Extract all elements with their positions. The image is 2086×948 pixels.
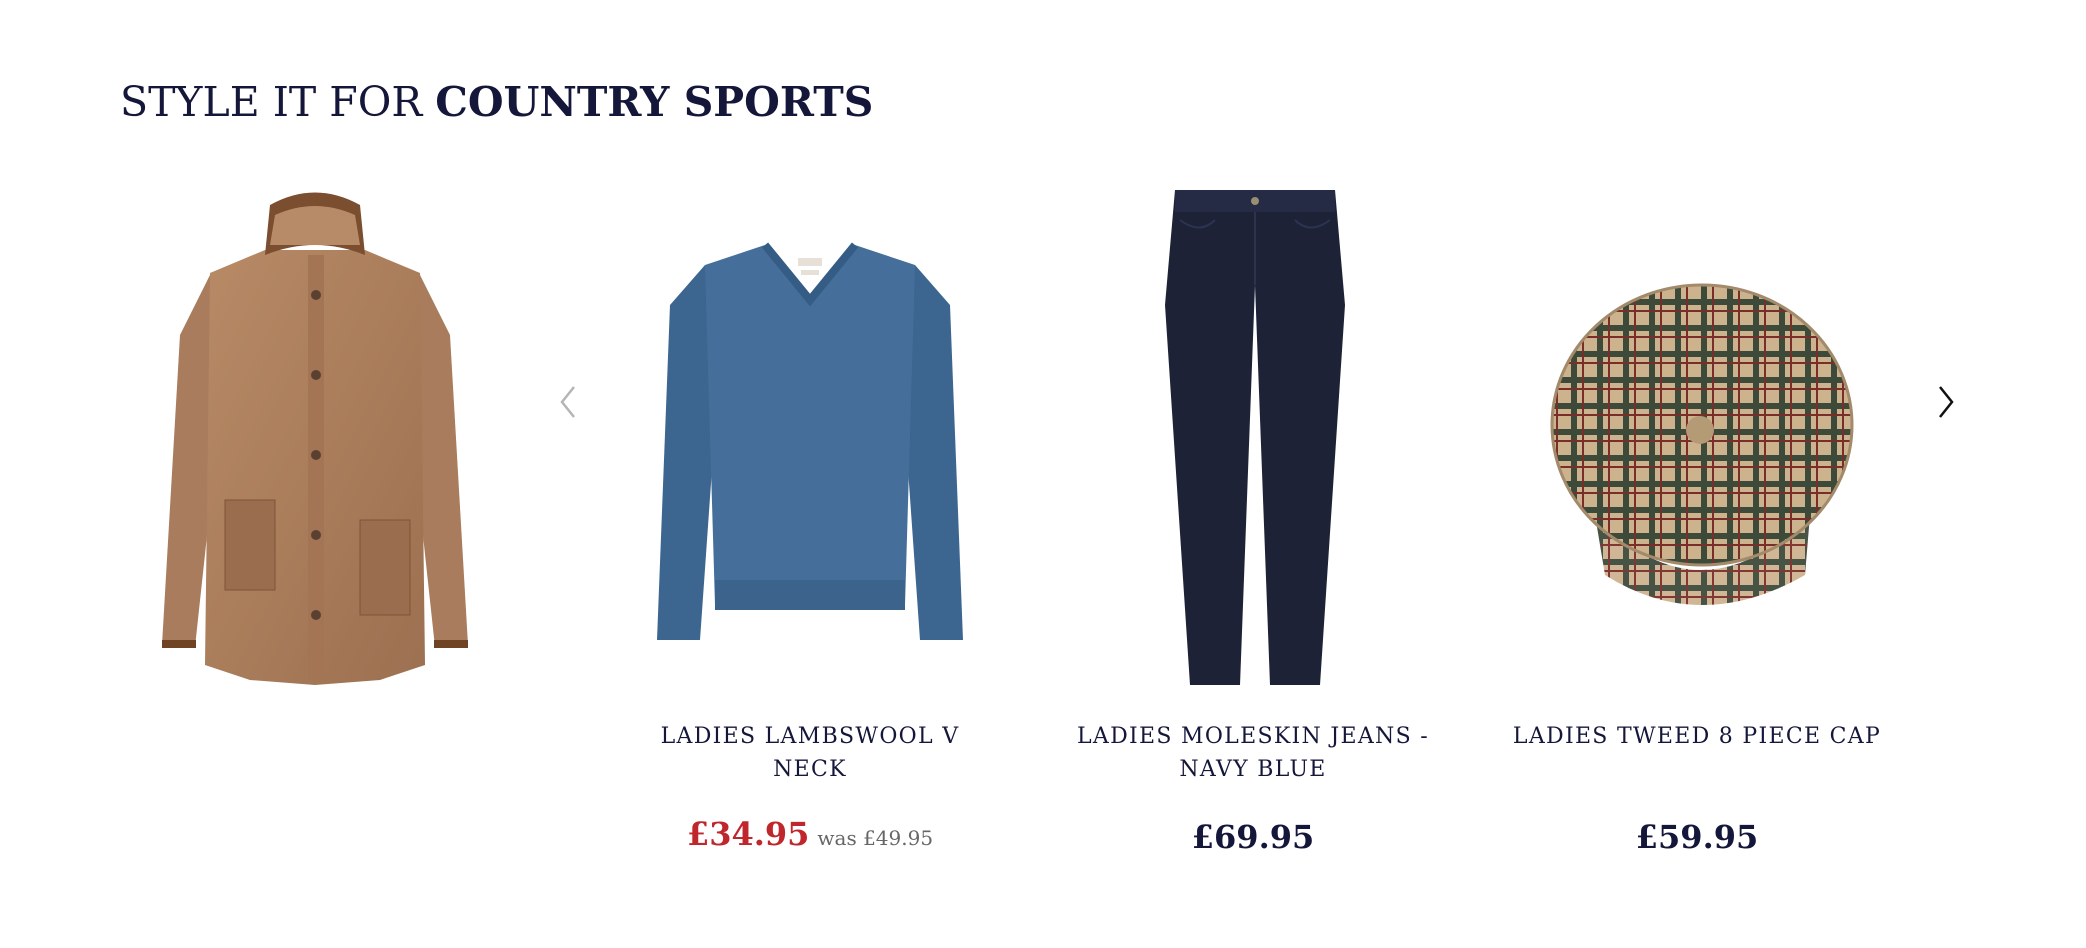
price-row-sweater: £34.95 was £49.95 (620, 815, 1000, 853)
price: £59.95 (1635, 818, 1759, 856)
price-row-jeans: £69.95 (1063, 818, 1443, 856)
product-image-jacket[interactable] (150, 185, 480, 705)
chevron-right-icon (1939, 386, 1954, 418)
product-image-cap[interactable] (1535, 185, 1865, 705)
chevron-left-icon (560, 386, 575, 418)
section-title: STYLE IT FOR COUNTRY SPORTS (120, 78, 873, 126)
section-title-emphasis: COUNTRY SPORTS (435, 78, 874, 126)
product-image-jeans[interactable] (1090, 185, 1420, 705)
price: £69.95 (1191, 818, 1315, 856)
product-image-sweater[interactable] (645, 185, 975, 705)
product-name-jeans[interactable]: LADIES MOLESKIN JEANS - NAVY BLUE (1063, 720, 1443, 786)
sale-price: £34.95 (686, 815, 810, 853)
product-name-cap[interactable]: LADIES TWEED 8 PIECE CAP (1507, 720, 1887, 753)
carousel-prev-button[interactable] (548, 372, 588, 432)
carousel-next-button[interactable] (1926, 372, 1966, 432)
product-name-sweater[interactable]: LADIES LAMBSWOOL V NECK (620, 720, 1000, 786)
was-price: was £49.95 (817, 826, 934, 850)
price-row-cap: £59.95 (1507, 818, 1887, 856)
section-title-prefix: STYLE IT FOR (120, 78, 423, 126)
